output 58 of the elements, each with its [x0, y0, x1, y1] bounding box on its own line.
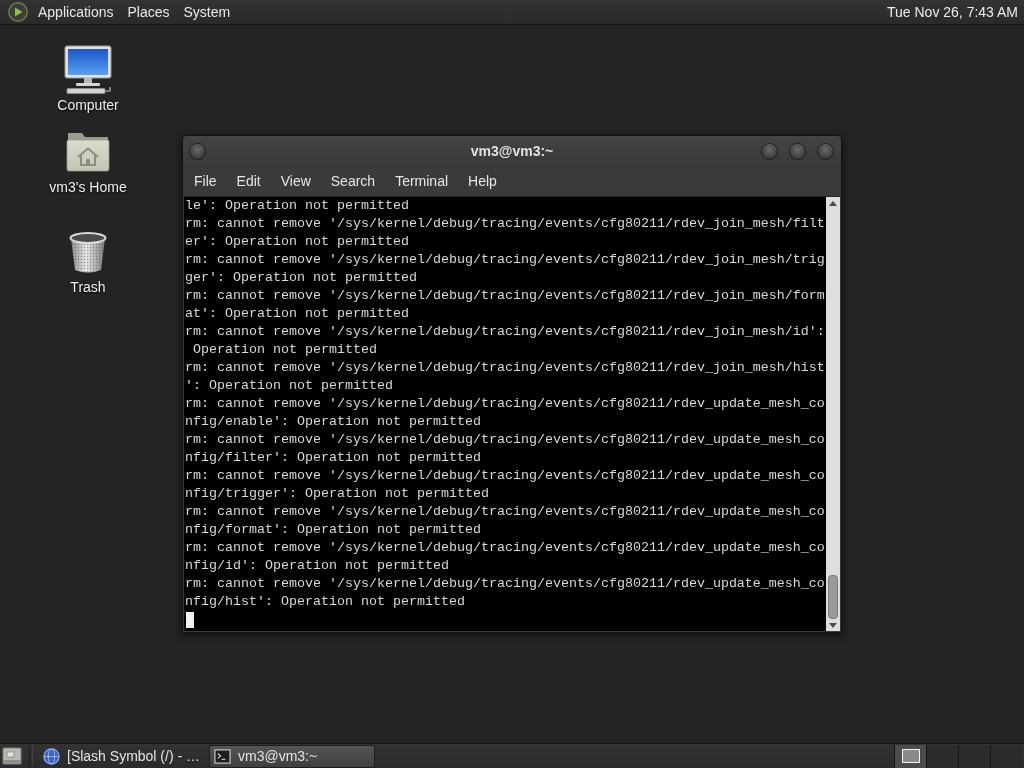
- show-desktop-icon[interactable]: [2, 746, 22, 766]
- monitor-icon[interactable]: [64, 45, 112, 95]
- scroll-up-arrow-icon[interactable]: [829, 201, 837, 206]
- terminal-line: rm: cannot remove '/sys/kernel/debug/tracing/events/cfg80211/rdev_join_mesh/trig: [185, 251, 825, 269]
- desktop-icon-label[interactable]: Computer: [57, 97, 119, 114]
- menu-item[interactable]: Search: [320, 167, 386, 195]
- terminal-line: rm: cannot remove '/sys/kernel/debug/tracing/events/cfg80211/rdev_join_mesh/id':: [185, 323, 825, 341]
- panel-menu[interactable]: Places: [120, 1, 177, 23]
- window-title: vm3@vm3:~: [470, 143, 554, 159]
- maximize-button[interactable]: [789, 142, 806, 160]
- menu-item[interactable]: Edit: [226, 167, 271, 195]
- text-cursor: [186, 612, 194, 628]
- terminal-line: nfig/hist': Operation not permitted: [185, 593, 465, 611]
- minimize-button[interactable]: [761, 142, 778, 160]
- terminal-icon: [214, 747, 231, 765]
- terminal-line: at': Operation not permitted: [185, 305, 409, 323]
- terminal-line: rm: cannot remove '/sys/kernel/debug/tracing/events/cfg80211/rdev_join_mesh/form: [185, 287, 825, 305]
- terminal-line: rm: cannot remove '/sys/kernel/debug/tracing/events/cfg80211/rdev_update_mesh_co: [185, 395, 825, 413]
- terminal-line: nfig/format': Operation not permitted: [185, 521, 481, 539]
- panel-menu[interactable]: Applications: [31, 1, 121, 23]
- terminal-line: rm: cannot remove '/sys/kernel/debug/tracing/events/cfg80211/rdev_join_mesh/filt: [185, 215, 825, 233]
- terminal-line: rm: cannot remove '/sys/kernel/debug/tracing/events/cfg80211/rdev_update_mesh_co: [185, 467, 825, 485]
- terminal-line: le': Operation not permitted: [185, 197, 409, 215]
- panel-menu[interactable]: System: [176, 1, 238, 23]
- scroll-down-arrow-icon[interactable]: [829, 623, 837, 628]
- taskbar-window-button[interactable]: [Slash Symbol (/) - …: [38, 744, 204, 768]
- window-menu-button[interactable]: [189, 142, 206, 160]
- terminal-line: nfig/id': Operation not permitted: [185, 557, 449, 575]
- home-folder-icon[interactable]: [66, 130, 110, 172]
- terminal-line: nfig/trigger': Operation not permitted: [185, 485, 489, 503]
- terminal-line: Operation not permitted: [192, 341, 377, 359]
- trash-can-icon[interactable]: [68, 231, 108, 275]
- scrollbar-track[interactable]: [826, 197, 840, 631]
- play-circle-icon[interactable]: [8, 2, 28, 22]
- desktop-icon-label[interactable]: vm3's Home: [49, 179, 127, 196]
- terminal-line: rm: cannot remove '/sys/kernel/debug/tracing/events/cfg80211/rdev_join_mesh/hist: [185, 359, 825, 377]
- menu-item[interactable]: File: [184, 167, 227, 195]
- terminal-line: rm: cannot remove '/sys/kernel/debug/tracing/events/cfg80211/rdev_update_mesh_co: [185, 575, 825, 593]
- terminal-line: rm: cannot remove '/sys/kernel/debug/tracing/events/cfg80211/rdev_update_mesh_co: [185, 431, 825, 449]
- terminal-output-area[interactable]: [184, 197, 826, 631]
- terminal-line: nfig/filter': Operation not permitted: [185, 449, 481, 467]
- menu-item[interactable]: View: [270, 167, 321, 195]
- terminal-line: nfig/enable': Operation not permitted: [185, 413, 481, 431]
- terminal-line: ger': Operation not permitted: [185, 269, 417, 287]
- scrollbar-thumb[interactable]: [828, 575, 838, 619]
- close-button[interactable]: [817, 142, 834, 160]
- taskbar-window-button[interactable]: vm3@vm3:~: [209, 744, 375, 768]
- window-thumbnail-icon: [901, 749, 920, 763]
- menu-item[interactable]: Terminal: [385, 167, 459, 195]
- globe-icon: [43, 747, 60, 765]
- terminal-line: rm: cannot remove '/sys/kernel/debug/tracing/events/cfg80211/rdev_update_mesh_co: [185, 539, 825, 557]
- clock[interactable]: Tue Nov 26, 7:43 AM: [887, 4, 1018, 20]
- terminal-line: rm: cannot remove '/sys/kernel/debug/tracing/events/cfg80211/rdev_update_mesh_co: [185, 503, 825, 521]
- workspace-button[interactable]: [894, 744, 926, 768]
- terminal-line: ': Operation not permitted: [185, 377, 393, 395]
- desktop-icon-label[interactable]: Trash: [70, 279, 106, 296]
- menu-item[interactable]: Help: [458, 167, 507, 195]
- terminal-line: er': Operation not permitted: [185, 233, 409, 251]
